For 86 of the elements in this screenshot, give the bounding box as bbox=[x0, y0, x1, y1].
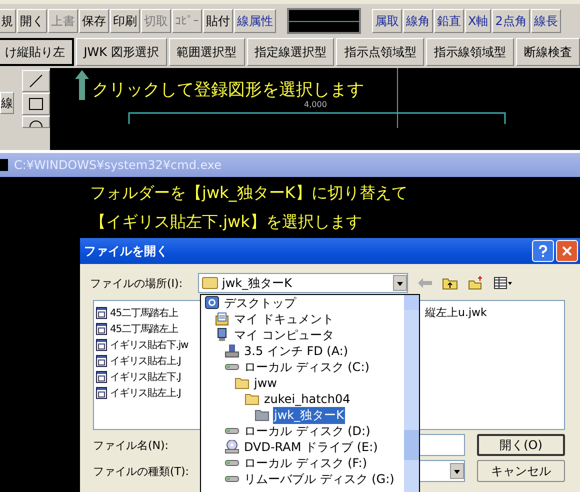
location-item[interactable]: マイ コンピュータ bbox=[233, 326, 335, 344]
question-mark-icon bbox=[538, 245, 548, 257]
toolbar-button[interactable]: 貼付 bbox=[203, 9, 233, 33]
arc-icon bbox=[29, 119, 43, 127]
folder-icon bbox=[255, 408, 269, 422]
disc-drive-icon bbox=[225, 440, 239, 454]
view-menu-icon[interactable] bbox=[494, 277, 512, 289]
console-icon bbox=[0, 159, 8, 171]
file-name[interactable]: イギリス貼右上.J bbox=[110, 354, 181, 368]
close-icon bbox=[562, 246, 572, 256]
file-name-field[interactable] bbox=[417, 434, 465, 456]
location-item[interactable]: ローカル ディスク (F:) bbox=[243, 454, 368, 472]
toolbar-button[interactable]: 指示線領域型 bbox=[426, 38, 514, 66]
location-item[interactable]: マイ ドキュメント bbox=[233, 310, 335, 328]
file-icon bbox=[96, 307, 107, 319]
toolbar-button[interactable]: 線角 bbox=[403, 9, 433, 33]
file-name[interactable]: 45二丁馬踏右上 bbox=[110, 306, 178, 320]
toolbar-button[interactable]: 規 bbox=[0, 9, 16, 33]
file-name[interactable]: イギリス貼左上.J bbox=[110, 386, 181, 400]
location-item[interactable]: DVD-RAM ドライブ (E:) bbox=[243, 438, 379, 456]
diagonal-line-icon bbox=[29, 74, 43, 88]
instruction-text: クリックして登録図形を選択します bbox=[92, 79, 364, 101]
location-item[interactable]: リムーバブル ディスク (G:) bbox=[243, 470, 396, 488]
arrow-icon bbox=[75, 70, 89, 100]
file-icon bbox=[96, 355, 107, 367]
console-text: フォルダーを【jwk_独ターK】に切り替えて bbox=[90, 183, 408, 204]
location-item[interactable]: デスクトップ bbox=[223, 295, 297, 312]
file-icon bbox=[96, 323, 107, 335]
document-folder-icon bbox=[215, 312, 229, 326]
toolbar-button[interactable]: 属取 bbox=[372, 9, 402, 33]
file-name[interactable]: 縦左上u.jwk bbox=[425, 305, 487, 321]
toolbar-button[interactable]: JWK 図形選択 bbox=[76, 38, 167, 66]
toolbar-button[interactable]: 2点角 bbox=[492, 9, 530, 33]
file-type-dropdown[interactable] bbox=[417, 460, 465, 482]
location-item[interactable]: jwk_独ターK bbox=[273, 406, 345, 424]
up-folder-icon[interactable] bbox=[442, 276, 458, 290]
scrollbar[interactable] bbox=[404, 295, 419, 492]
open-button[interactable]: 開く(O) bbox=[477, 434, 565, 456]
help-button[interactable] bbox=[532, 240, 554, 262]
rectangle-tool-button[interactable] bbox=[22, 93, 50, 115]
toolbar-button[interactable]: 線属性 bbox=[234, 9, 276, 33]
location-dropdown[interactable]: jwk_独ターK bbox=[198, 273, 408, 293]
file-icon bbox=[96, 339, 107, 351]
folder-icon bbox=[245, 392, 259, 406]
file-name[interactable]: イギリス貼右下.jw bbox=[110, 338, 188, 352]
location-item[interactable]: ローカル ディスク (D:) bbox=[243, 422, 372, 440]
folder-icon bbox=[202, 277, 218, 289]
drawing-canvas[interactable]: クリックして登録図形を選択します 4,000 bbox=[50, 68, 580, 150]
location-label: ファイルの場所(I): bbox=[90, 276, 184, 290]
toolbar-button[interactable]: 断線検査 bbox=[516, 38, 580, 66]
console-text: 【イギリス貼左下.jwk】を選択します bbox=[90, 212, 363, 233]
dialog-title: ファイルを開く bbox=[84, 242, 169, 260]
location-item[interactable]: ローカル ディスク (C:) bbox=[243, 358, 370, 376]
line-tool-button[interactable] bbox=[22, 70, 50, 92]
toolbar-button[interactable]: 指定線選択型 bbox=[246, 38, 334, 66]
toolbar-button[interactable]: 範囲選択型 bbox=[168, 38, 245, 66]
location-item[interactable]: 3.5 インチ FD (A:) bbox=[243, 342, 350, 360]
scroll-thumb[interactable] bbox=[404, 430, 419, 460]
folder-icon bbox=[235, 376, 249, 390]
file-type-label: ファイルの種類(T): bbox=[93, 464, 190, 478]
new-folder-icon[interactable] bbox=[468, 276, 484, 290]
toolbar-button[interactable]: 保存 bbox=[79, 9, 109, 33]
tool-button[interactable]: 線 bbox=[0, 92, 14, 114]
file-name-label: ファイル名(N): bbox=[93, 438, 169, 452]
toolbar-button[interactable]: 印刷 bbox=[110, 9, 140, 33]
file-icon bbox=[96, 371, 107, 383]
close-button[interactable] bbox=[556, 240, 578, 262]
location-item[interactable]: jww bbox=[253, 376, 278, 390]
line-style-button[interactable] bbox=[287, 8, 361, 34]
toolbar-button[interactable]: け縦貼り左 bbox=[0, 38, 74, 66]
floppy-disk-icon bbox=[225, 344, 239, 358]
toolbar-button[interactable]: 指示点領域型 bbox=[336, 38, 424, 66]
cancel-button[interactable]: キャンセル bbox=[477, 460, 565, 482]
window-title: C:¥WINDOWS¥system32¥cmd.exe bbox=[14, 158, 222, 172]
toolbar-button[interactable]: 開く bbox=[17, 9, 47, 33]
circle-tool-button[interactable] bbox=[22, 116, 50, 128]
file-icon bbox=[96, 387, 107, 399]
toolbar-button[interactable]: 線長 bbox=[530, 9, 561, 33]
toolbar-button[interactable]: 鉛直 bbox=[434, 9, 464, 33]
toolbar-button[interactable]: X軸 bbox=[465, 9, 492, 33]
file-name[interactable]: 45二丁馬踏左上 bbox=[110, 322, 178, 336]
rectangle-icon bbox=[29, 98, 43, 110]
location-item[interactable]: zukei_hatch04 bbox=[263, 392, 352, 406]
dimension-text: 4,000 bbox=[304, 100, 327, 109]
file-name[interactable]: イギリス貼左下.J bbox=[110, 370, 181, 384]
computer-icon bbox=[215, 328, 229, 342]
